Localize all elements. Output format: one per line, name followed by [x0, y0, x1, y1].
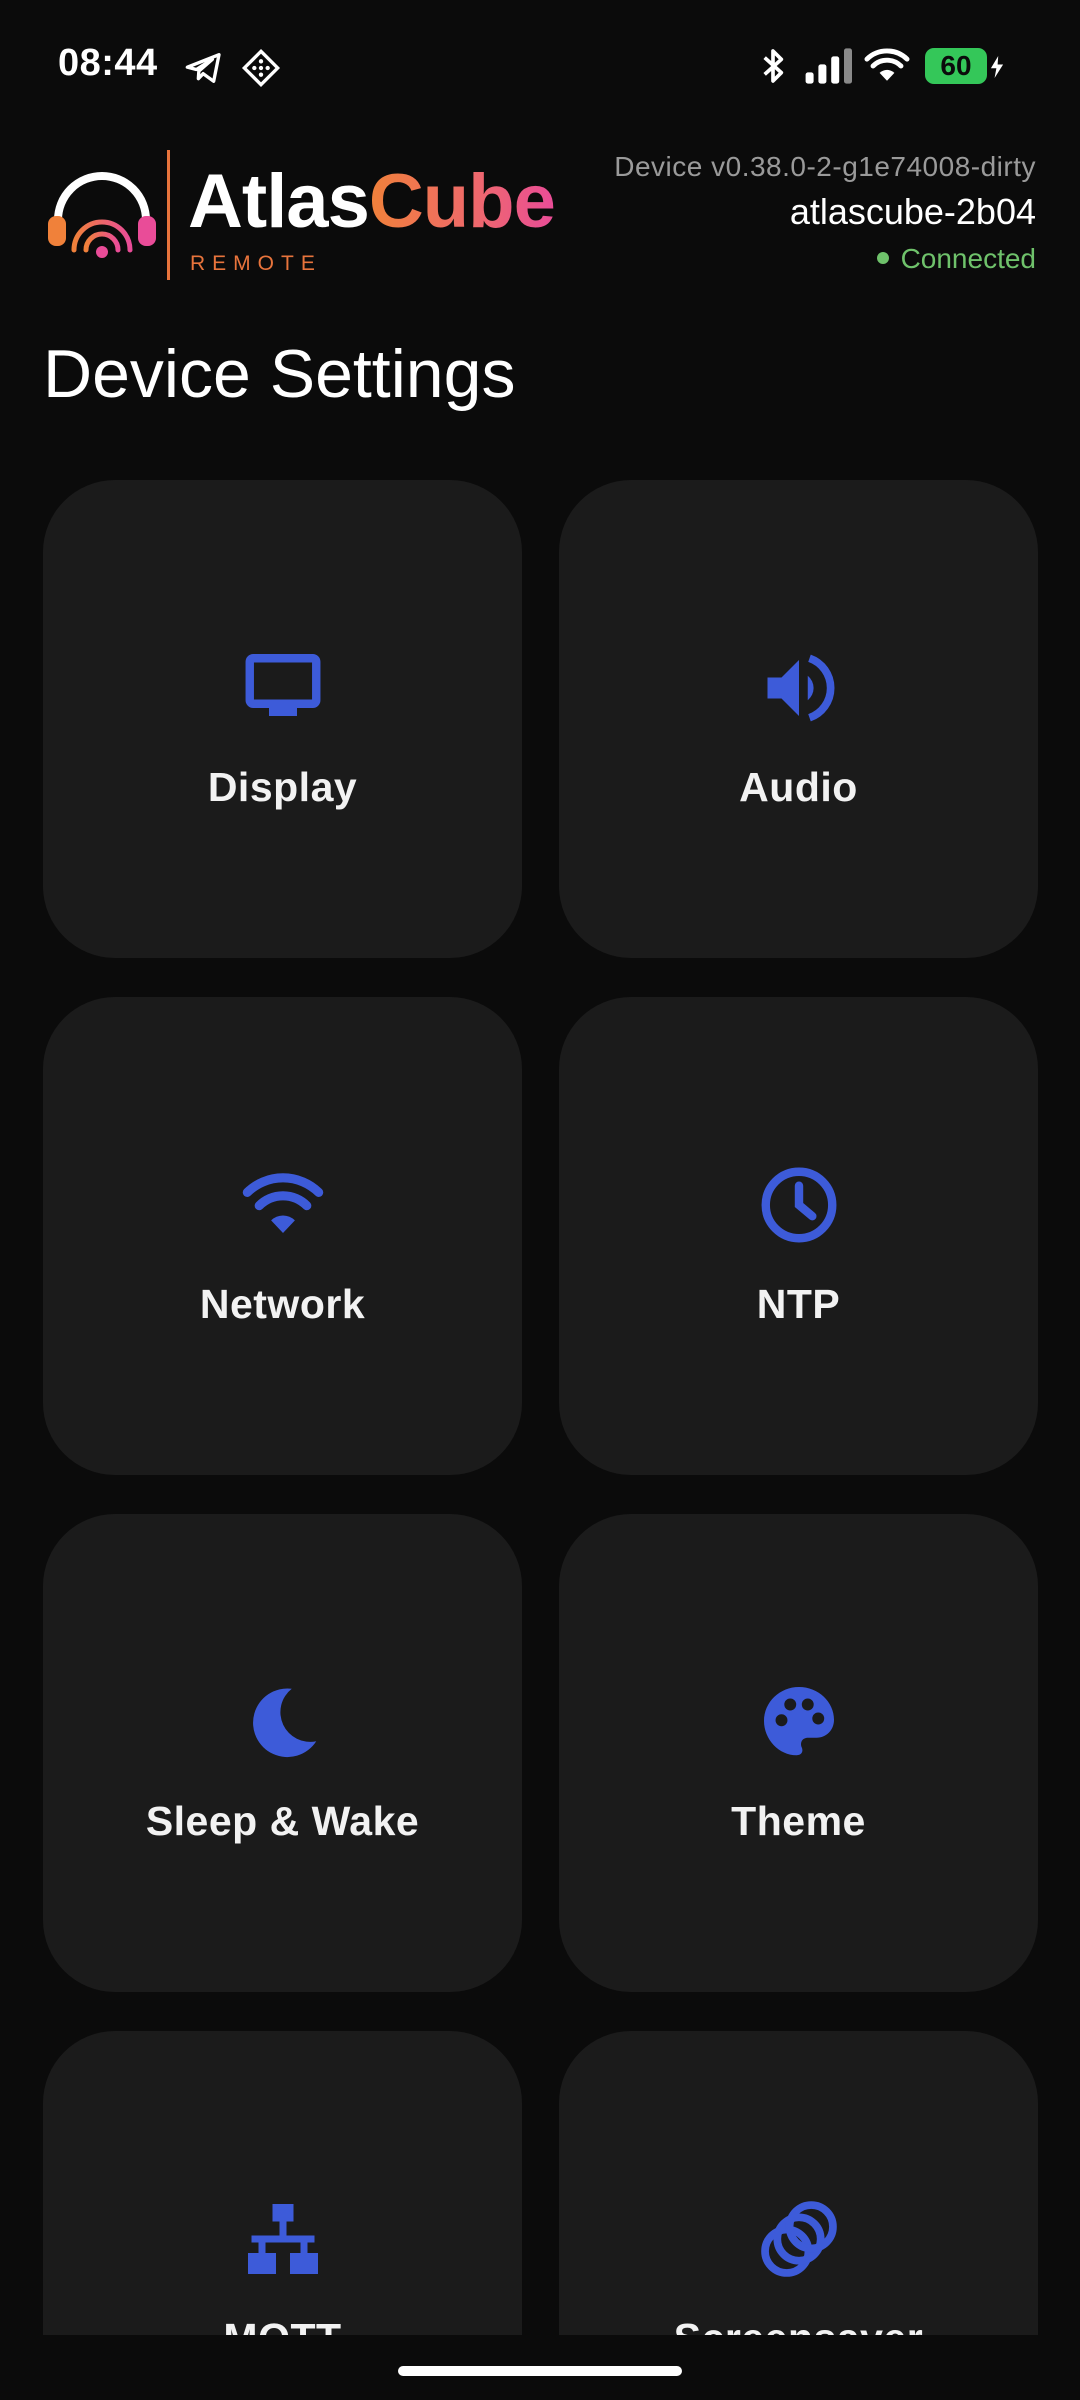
wifi-icon — [864, 48, 910, 81]
network-tree-icon — [247, 2204, 318, 2274]
status-time: 08:44 — [58, 42, 158, 84]
settings-card-ntp[interactable]: NTP — [559, 997, 1038, 1475]
settings-card-display[interactable]: Display — [43, 480, 522, 958]
moon-icon — [252, 1688, 316, 1758]
logo-subtitle: REMOTE — [190, 252, 322, 275]
settings-card-label: Network — [199, 1281, 366, 1327]
home-indicator[interactable] — [398, 2366, 682, 2376]
status-bar: 08:44 60 — [0, 0, 1080, 130]
settings-card-network[interactable]: Network — [43, 997, 522, 1475]
settings-card-label: Screensaver — [559, 2315, 1038, 2335]
headphones-logo-icon — [48, 172, 156, 258]
settings-card-label: Theme — [731, 1798, 866, 1844]
status-dot-icon — [876, 251, 889, 264]
device-name: atlascube-2b04 — [789, 191, 1036, 232]
connection-status-text: Connected — [900, 243, 1036, 274]
bluetooth-icon — [763, 49, 784, 83]
clock-icon — [761, 1167, 836, 1243]
logo-cube-text: Cube — [368, 159, 556, 244]
wifi-icon — [242, 1173, 323, 1233]
settings-grid: Display Audio Network NTP Sleep & Wake T… — [0, 470, 1080, 2335]
settings-card-screensaver[interactable]: Screensaver — [559, 2031, 1038, 2335]
settings-card-label: NTP — [756, 1281, 841, 1327]
rings-icon — [760, 2201, 837, 2277]
settings-card-label: Sleep & Wake — [145, 1798, 420, 1844]
telegram-icon — [185, 53, 221, 84]
device-version: Device v0.38.0-2-g1e74008-dirty — [614, 151, 1036, 182]
settings-card-mqtt[interactable]: MQTT — [43, 2031, 522, 2335]
monitor-icon — [245, 654, 320, 716]
settings-card-label: MQTT — [43, 2315, 522, 2335]
settings-card-label: Display — [207, 764, 358, 810]
settings-card-audio[interactable]: Audio — [559, 480, 1038, 958]
app-notification-icon — [241, 48, 281, 88]
speaker-icon — [767, 654, 834, 722]
logo-divider — [167, 150, 170, 280]
signal-icon — [805, 48, 852, 84]
app-logo: AtlasCube REMOTE — [46, 150, 596, 290]
page-title: Device Settings — [43, 336, 516, 412]
charging-bolt-icon — [990, 56, 1004, 78]
device-info: Device v0.38.0-2-g1e74008-dirty atlascub… — [614, 150, 1036, 276]
settings-card-label: Audio — [739, 764, 858, 810]
logo-atlas-text: Atlas — [188, 159, 370, 244]
logo-wordmark: AtlasCube — [188, 164, 556, 240]
settings-card-sleep-wake[interactable]: Sleep & Wake — [43, 1514, 522, 1992]
connection-status: Connected — [614, 242, 1036, 276]
battery-indicator: 60 — [925, 48, 987, 84]
settings-card-theme[interactable]: Theme — [559, 1514, 1038, 1992]
palette-icon — [763, 1687, 834, 1756]
